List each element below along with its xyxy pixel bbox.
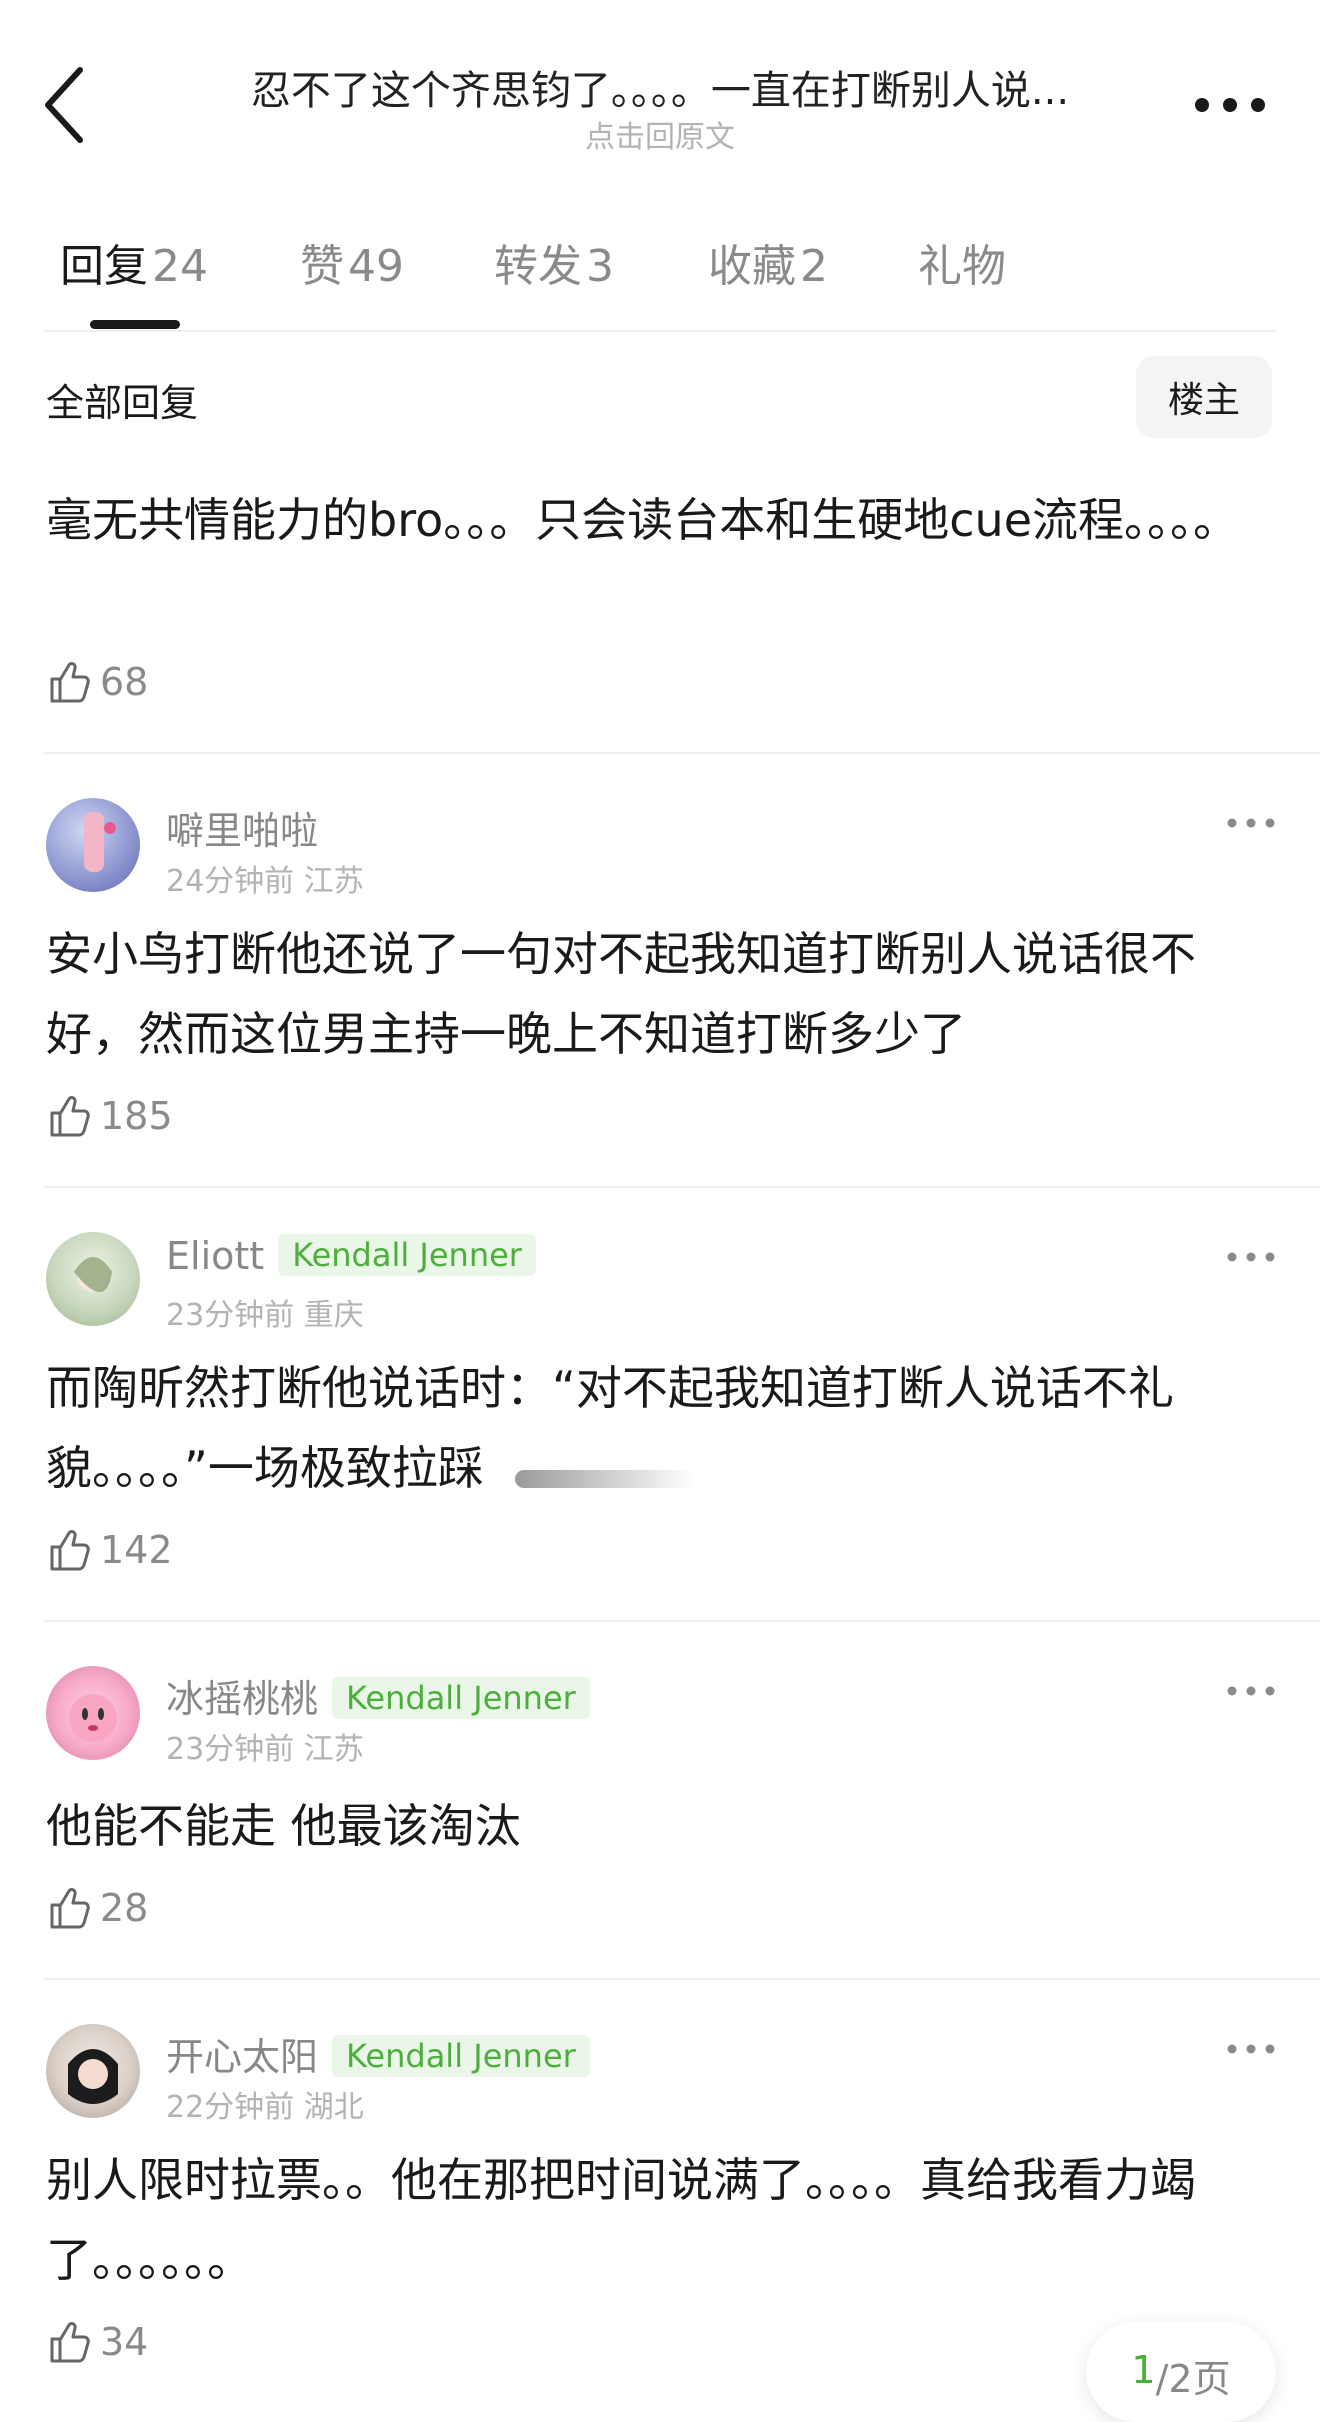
username[interactable]: Eliott Kendall Jenner: [166, 1234, 536, 1278]
comment-meta: 22分钟前 湖北: [166, 2082, 364, 2126]
tab-replies[interactable]: 回复24: [60, 230, 208, 294]
tab-favorites[interactable]: 收藏2: [708, 230, 828, 294]
back-to-original-link[interactable]: 点击回原文: [170, 112, 1150, 156]
thumbs-up-icon: [50, 1530, 90, 1571]
comment-meta: 23分钟前 江苏: [166, 1724, 364, 1768]
like-count: 28: [100, 1886, 149, 1930]
more-icon[interactable]: [1226, 1242, 1276, 1272]
tab-count: 2: [800, 241, 828, 292]
tab-label: 礼物: [918, 241, 1006, 292]
tab-label: 转发: [494, 241, 582, 292]
comment-time: 24分钟前: [166, 864, 295, 899]
username-text: 冰摇桃桃: [166, 1677, 319, 1721]
comment-location: 湖北: [303, 2090, 364, 2125]
fan-badge[interactable]: Kendall Jenner: [332, 2035, 590, 2077]
tab-count: 3: [586, 241, 614, 292]
divider: [44, 1186, 1320, 1188]
divider: [44, 752, 1320, 754]
like-button[interactable]: 185: [46, 1088, 173, 1144]
username-text: 开心太阳: [166, 2035, 319, 2079]
comment-text: 他能不能走 他最该淘汰: [46, 1799, 521, 1853]
comment-meta: 24分钟前 江苏: [166, 856, 364, 900]
op-only-filter-button[interactable]: 楼主: [1136, 356, 1272, 438]
like-button[interactable]: 28: [46, 1880, 148, 1936]
thumbs-up-icon: [50, 1888, 90, 1929]
avatar[interactable]: [46, 1232, 140, 1326]
top-bar: 忍不了这个齐思钧了。。。。一直在打断别人说... 点击回原文: [0, 0, 1320, 180]
avatar[interactable]: [46, 2024, 140, 2118]
comment-time: 23分钟前: [166, 1298, 295, 1333]
tab-likes[interactable]: 赞49: [300, 230, 404, 294]
fan-badge[interactable]: Kendall Jenner: [278, 1234, 536, 1276]
like-button[interactable]: 68: [46, 654, 148, 710]
tab-label: 赞: [300, 241, 344, 292]
divider: [44, 330, 1276, 332]
more-icon[interactable]: [1226, 2034, 1276, 2064]
comment-time: 22分钟前: [166, 2090, 295, 2125]
username[interactable]: 冰摇桃桃 Kendall Jenner: [166, 1668, 590, 1723]
username-text: 噼里啪啦: [166, 809, 319, 853]
like-count: 68: [100, 660, 149, 704]
tab-reposts[interactable]: 转发3: [494, 230, 614, 294]
divider: [44, 1978, 1320, 1980]
avatar[interactable]: [46, 1666, 140, 1760]
comment-text: 别人限时拉票。。他在那把时间说满了。。。。真给我看力竭了。。。。。。: [46, 2153, 1196, 2287]
like-count: 185: [100, 1094, 173, 1138]
username[interactable]: 开心太阳 Kendall Jenner: [166, 2026, 590, 2081]
page-indicator[interactable]: 1/2页: [1086, 2322, 1276, 2422]
divider: [44, 1620, 1320, 1622]
username-text: Eliott: [166, 1234, 265, 1278]
like-button[interactable]: 142: [46, 1522, 173, 1578]
like-button[interactable]: 34: [46, 2314, 148, 2370]
tab-bar: 回复24 赞49 转发3 收藏2 礼物: [0, 230, 1320, 330]
active-tab-indicator: [90, 320, 180, 329]
like-count: 34: [100, 2320, 149, 2364]
comment-location: 江苏: [303, 1732, 364, 1767]
more-options-icon[interactable]: [1190, 70, 1270, 140]
post-title[interactable]: 忍不了这个齐思钧了。。。。一直在打断别人说...: [170, 58, 1150, 116]
more-icon[interactable]: [1226, 808, 1276, 838]
thumbs-up-icon: [50, 2322, 90, 2363]
tab-gifts[interactable]: 礼物: [918, 230, 1006, 294]
current-page: 1: [1131, 2348, 1156, 2392]
comment-text: 毫无共情能力的bro。。。只会读台本和生硬地cue流程。。。。: [46, 493, 1239, 547]
back-arrow-icon[interactable]: [40, 60, 100, 150]
tab-label: 回复: [60, 241, 148, 292]
comment-meta: 23分钟前 重庆: [166, 1290, 364, 1334]
comment-time: 23分钟前: [166, 1732, 295, 1767]
tab-label: 收藏: [708, 241, 796, 292]
fan-badge[interactable]: Kendall Jenner: [332, 1677, 590, 1719]
tab-count: 49: [348, 241, 404, 292]
section-title: 全部回复: [46, 381, 199, 425]
more-icon[interactable]: [1226, 1676, 1276, 1706]
screen-smudge: [515, 1470, 695, 1488]
comment-location: 江苏: [303, 864, 364, 899]
thumbs-up-icon: [50, 662, 90, 703]
comment-location: 重庆: [303, 1298, 364, 1333]
total-pages: /2页: [1155, 2357, 1231, 2401]
username[interactable]: 噼里啪啦: [166, 800, 318, 855]
avatar[interactable]: [46, 798, 140, 892]
comment-text: 安小鸟打断他还说了一句对不起我知道打断别人说话很不好，然而这位男主持一晚上不知道…: [46, 927, 1196, 1061]
like-count: 142: [100, 1528, 173, 1572]
tab-count: 24: [152, 241, 208, 292]
thumbs-up-icon: [50, 1096, 90, 1137]
